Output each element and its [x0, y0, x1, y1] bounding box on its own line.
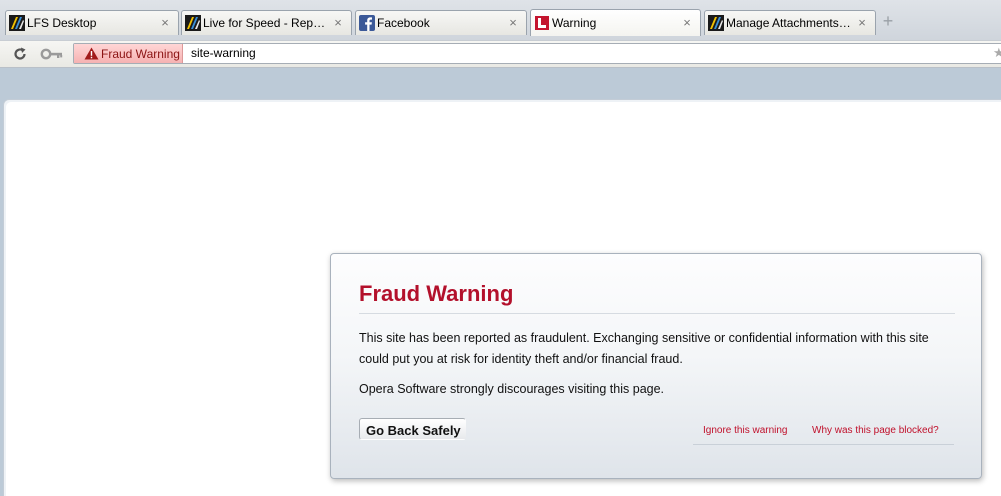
tab-lfs-desktop[interactable]: LFS Desktop ×: [5, 10, 179, 35]
lfs-icon: [185, 15, 201, 31]
tab-live-for-speed[interactable]: Live for Speed - Reply to... ×: [181, 10, 352, 35]
lfs-icon: [9, 15, 25, 31]
new-tab-button[interactable]: +: [880, 12, 896, 30]
tab-label: Facebook: [377, 16, 430, 30]
address-toolbar: Fraud Warning site-warning ★: [0, 40, 1001, 68]
tab-label: LFS Desktop: [27, 16, 97, 30]
tab-warning[interactable]: Warning ×: [530, 9, 701, 36]
close-icon[interactable]: ×: [680, 16, 694, 30]
warning-triangle-icon: [84, 47, 99, 60]
tab-label: Warning: [552, 16, 597, 30]
close-icon[interactable]: ×: [331, 16, 345, 30]
why-blocked-link[interactable]: Why was this page blocked?: [812, 425, 939, 436]
tab-manage-attachments[interactable]: Manage Attachments - Li... ×: [704, 10, 876, 35]
warning-message: This site has been reported as fraudulen…: [359, 331, 929, 366]
fraud-warning-badge[interactable]: Fraud Warning: [74, 44, 183, 63]
reload-icon[interactable]: [12, 46, 28, 62]
close-icon[interactable]: ×: [855, 16, 869, 30]
tab-label: Manage Attachments - Li...: [726, 16, 855, 30]
close-icon[interactable]: ×: [158, 16, 172, 30]
opera-warning-icon: [535, 16, 549, 30]
tab-facebook[interactable]: Facebook ×: [355, 10, 527, 35]
warning-discourage-text: Opera Software strongly discourages visi…: [359, 382, 665, 396]
key-icon[interactable]: [40, 47, 64, 61]
fraud-warning-dialog: Fraud Warning This site has been reporte…: [330, 253, 982, 479]
warning-links: Ignore this warning Why was this page bl…: [693, 423, 954, 445]
bookmark-star-icon[interactable]: ★: [993, 46, 1001, 60]
facebook-icon: [359, 15, 375, 31]
ignore-warning-link[interactable]: Ignore this warning: [703, 425, 788, 436]
close-icon[interactable]: ×: [506, 16, 520, 30]
tab-label: Live for Speed - Reply to...: [203, 16, 331, 30]
address-field[interactable]: Fraud Warning site-warning ★: [73, 43, 1001, 64]
tab-bar: LFS Desktop × Live for Speed - Reply to.…: [0, 0, 1001, 40]
go-back-safely-button[interactable]: Go Back Safely: [359, 418, 466, 440]
warning-title: Fraud Warning: [359, 281, 955, 314]
fraud-badge-label: Fraud Warning: [101, 46, 180, 61]
lfs-icon: [708, 15, 724, 31]
url-text[interactable]: site-warning: [191, 46, 256, 60]
